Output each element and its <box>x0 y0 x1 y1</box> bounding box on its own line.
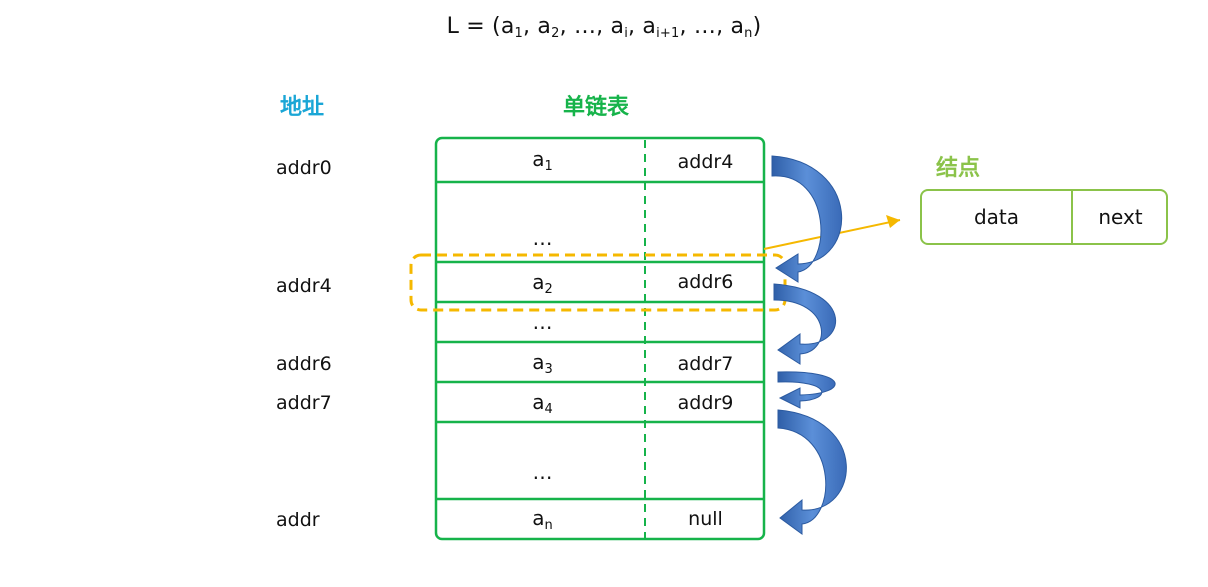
node-next-cell: addr9 <box>677 392 734 414</box>
node-next-cell: null <box>688 508 723 530</box>
next-arrow <box>771 155 843 283</box>
node-next-cell: addr6 <box>677 271 734 293</box>
data-value: a <box>532 350 545 374</box>
data-subscript: 2 <box>544 282 553 297</box>
node-data-cell: a3 <box>440 350 645 377</box>
data-value: a <box>532 390 545 414</box>
data-value: a <box>532 270 545 294</box>
data-value: a <box>532 506 545 530</box>
data-subscript: n <box>544 518 553 533</box>
ellipsis: … <box>532 460 553 484</box>
node-data-cell: a2 <box>440 270 645 297</box>
data-subscript: 3 <box>544 362 553 377</box>
node-next-field: next <box>1098 205 1143 229</box>
node-data-cell: a4 <box>440 390 645 417</box>
node-structure: data next <box>920 189 1168 245</box>
ellipsis: … <box>532 226 553 250</box>
next-arrow <box>777 409 847 535</box>
node-next-cell: addr4 <box>677 151 734 173</box>
data-value: a <box>532 147 545 171</box>
data-subscript: 4 <box>544 402 553 417</box>
node-data-field: data <box>973 205 1020 229</box>
node-next-cell: addr7 <box>677 353 734 375</box>
node-data-cell: an <box>440 506 645 533</box>
node-pointer-arrowhead <box>886 215 900 228</box>
node-data-cell: a1 <box>440 147 645 174</box>
next-arrow <box>777 371 836 409</box>
ellipsis: … <box>532 310 553 334</box>
data-subscript: 1 <box>544 159 553 174</box>
next-arrow <box>773 283 836 365</box>
